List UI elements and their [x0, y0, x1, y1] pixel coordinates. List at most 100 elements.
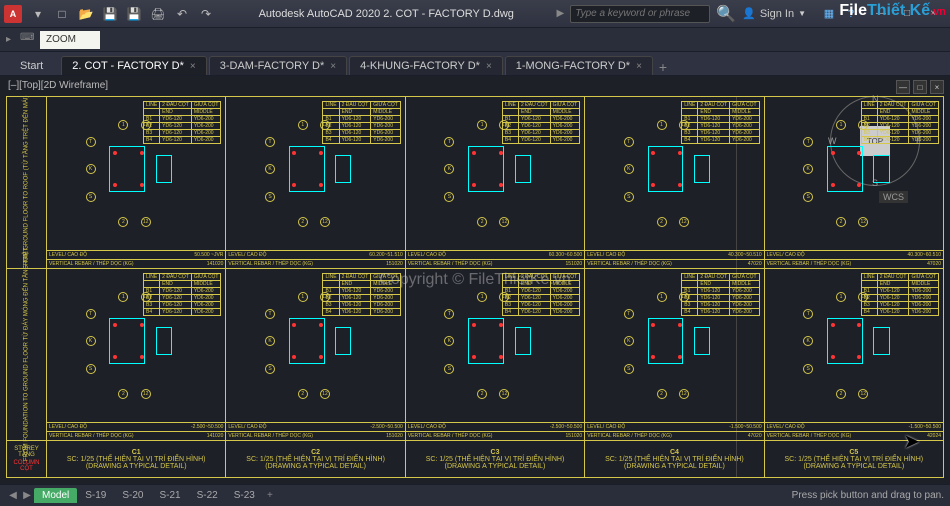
command-row: ▸ ⌨ [0, 28, 950, 52]
qat-menu[interactable]: ▾ [28, 4, 48, 24]
axis-mark: 1 [657, 292, 667, 302]
app-icon[interactable]: A [4, 5, 22, 23]
column-section-cell: LINE2 ĐẦU CỘTGIỮA CỘTENDMIDDLEB1YD6-120Y… [47, 97, 226, 268]
file-tab-1[interactable]: 3-DAM-FACTORY D*× [209, 56, 347, 75]
adjacent-column [694, 327, 710, 355]
axis-mark: T [265, 309, 275, 319]
search-input[interactable] [570, 5, 710, 23]
axis-mark: 13 [679, 292, 689, 302]
axis-mark: 1 [836, 120, 846, 130]
qat-redo[interactable]: ↷ [196, 4, 216, 24]
viewport-min-button[interactable]: — [896, 80, 910, 94]
layout-prev-button[interactable]: ◀ [6, 490, 20, 501]
adjacent-column [156, 155, 172, 183]
axis-mark: K [86, 336, 96, 346]
axis-mark: 13 [320, 120, 330, 130]
row-label-roof: FROM GROUND FLOOR TO ROOF (TỪ TẦNG TRỆT … [7, 97, 47, 268]
start-tab[interactable]: Start [4, 57, 59, 75]
qat-plot[interactable]: 🖨 [148, 4, 168, 24]
axis-mark: 1 [118, 120, 128, 130]
file-tab-row: Start 2. COT - FACTORY D*× 3-DAM-FACTORY… [0, 52, 950, 76]
axis-mark: 12 [499, 217, 509, 227]
sheet-row-foundation: FROM FOUNDATION TO GROUND FLOOR TỪ ĐÁY M… [7, 269, 943, 441]
command-input[interactable] [40, 31, 100, 49]
title-bar: A ▾ □ 📂 💾 💾 🖨 ↶ ↷ Autodesk AutoCAD 2020 … [0, 0, 950, 28]
layout-add-button[interactable]: + [263, 490, 277, 501]
drawing-viewport[interactable]: [–][Top][2D Wireframe] — □ × TOP N S E W… [0, 76, 950, 484]
axis-mark: 1 [118, 292, 128, 302]
ribbon-collapse-icon[interactable]: ▸ [6, 34, 20, 45]
autodesk-app-icon[interactable]: ▦ [820, 5, 838, 23]
viewport-label[interactable]: [–][Top][2D Wireframe] [8, 80, 108, 91]
file-tab-2[interactable]: 4-KHUNG-FACTORY D*× [349, 56, 503, 75]
adjacent-column [694, 155, 710, 183]
column-section-sketch: TKS113212 [92, 128, 181, 220]
file-tab-0[interactable]: 2. COT - FACTORY D*× [61, 56, 207, 75]
signin-button[interactable]: 👤 Sign In ▼ [742, 7, 806, 20]
layout-tab[interactable]: S-21 [152, 488, 189, 503]
column-header-cell: C4SC: 1/25 (THỂ HIỆN TẠI VỊ TRÍ ĐIỂN HÌN… [585, 441, 764, 477]
axis-mark: K [265, 336, 275, 346]
search-icon[interactable]: 🔍 [716, 4, 736, 24]
command-prompt-icon: ⌨ [20, 32, 36, 48]
sheet-column-header-row: STOREY TẦNG COLUMN CỘT C1SC: 1/25 (THỂ H… [7, 441, 943, 477]
new-tab-button[interactable]: + [653, 59, 673, 75]
column-section-cell: LINE2 ĐẦU CỘTGIỮA CỘTENDMIDDLEB1YD6-120Y… [406, 269, 585, 440]
model-tab[interactable]: Model [34, 488, 77, 503]
search-play-icon[interactable]: ▶ [557, 8, 565, 19]
column-section-sketch: TKS113212 [450, 128, 539, 220]
axis-mark: 1 [477, 292, 487, 302]
close-icon[interactable]: × [190, 61, 196, 72]
axis-mark: K [444, 164, 454, 174]
axis-mark: S [803, 364, 813, 374]
viewport-close-button[interactable]: × [930, 80, 944, 94]
axis-mark: 12 [320, 217, 330, 227]
file-tab-3[interactable]: 1-MONG-FACTORY D* × [505, 56, 653, 75]
axis-mark: K [265, 164, 275, 174]
column-header-cell: C1SC: 1/25 (THỂ HIỆN TẠI VỊ TRÍ ĐIỂN HÌN… [47, 441, 226, 477]
column-section-cell: LINE2 ĐẦU CỘTGIỮA CỘTENDMIDDLEB1YD6-120Y… [226, 269, 405, 440]
axis-mark: K [624, 164, 634, 174]
column-section-sketch: TKS113212 [271, 300, 360, 392]
axis-mark: T [624, 137, 634, 147]
axis-mark: 12 [679, 217, 689, 227]
close-icon[interactable]: × [486, 61, 492, 72]
layout-tab[interactable]: S-20 [114, 488, 151, 503]
qat-saveas[interactable]: 💾 [124, 4, 144, 24]
layout-tab[interactable]: S-23 [226, 488, 263, 503]
qat-open[interactable]: 📂 [76, 4, 96, 24]
axis-mark: 2 [298, 389, 308, 399]
column-section-sketch: TKS113212 [271, 128, 360, 220]
axis-mark: 2 [836, 389, 846, 399]
layout-tab[interactable]: S-22 [189, 488, 226, 503]
close-icon[interactable]: × [636, 61, 642, 72]
axis-mark: S [803, 192, 813, 202]
column-section-sketch: TKS113212 [450, 300, 539, 392]
layout-tab[interactable]: S-19 [77, 488, 114, 503]
file-tab-label: 1-MONG-FACTORY D* [516, 60, 630, 72]
sheet-row-roof: FROM GROUND FLOOR TO ROOF (TỪ TẦNG TRỆT … [7, 97, 943, 269]
adjacent-column [335, 327, 351, 355]
qat-undo[interactable]: ↶ [172, 4, 192, 24]
qat-new[interactable]: □ [52, 4, 72, 24]
viewport-controls: — □ × [896, 80, 944, 94]
axis-mark: S [86, 192, 96, 202]
axis-mark: 1 [657, 120, 667, 130]
viewport-max-button[interactable]: □ [913, 80, 927, 94]
axis-mark: 2 [657, 217, 667, 227]
axis-mark: 12 [858, 217, 868, 227]
axis-mark: 2 [657, 389, 667, 399]
axis-mark: 2 [836, 217, 846, 227]
layout-next-button[interactable]: ▶ [20, 490, 34, 501]
axis-mark: 12 [858, 389, 868, 399]
column-section-cell: LINE2 ĐẦU CỘTGIỮA CỘTENDMIDDLEB1YD6-120Y… [765, 97, 943, 268]
axis-mark: S [444, 192, 454, 202]
axis-mark: 2 [477, 389, 487, 399]
column-section-cell: LINE2 ĐẦU CỘTGIỮA CỘTENDMIDDLEB1YD6-120Y… [226, 97, 405, 268]
axis-mark: S [624, 192, 634, 202]
close-icon[interactable]: × [330, 61, 336, 72]
drawing-area[interactable]: FROM GROUND FLOOR TO ROOF (TỪ TẦNG TRỆT … [6, 96, 944, 478]
axis-mark: K [444, 336, 454, 346]
qat-save[interactable]: 💾 [100, 4, 120, 24]
axis-mark: S [444, 364, 454, 374]
